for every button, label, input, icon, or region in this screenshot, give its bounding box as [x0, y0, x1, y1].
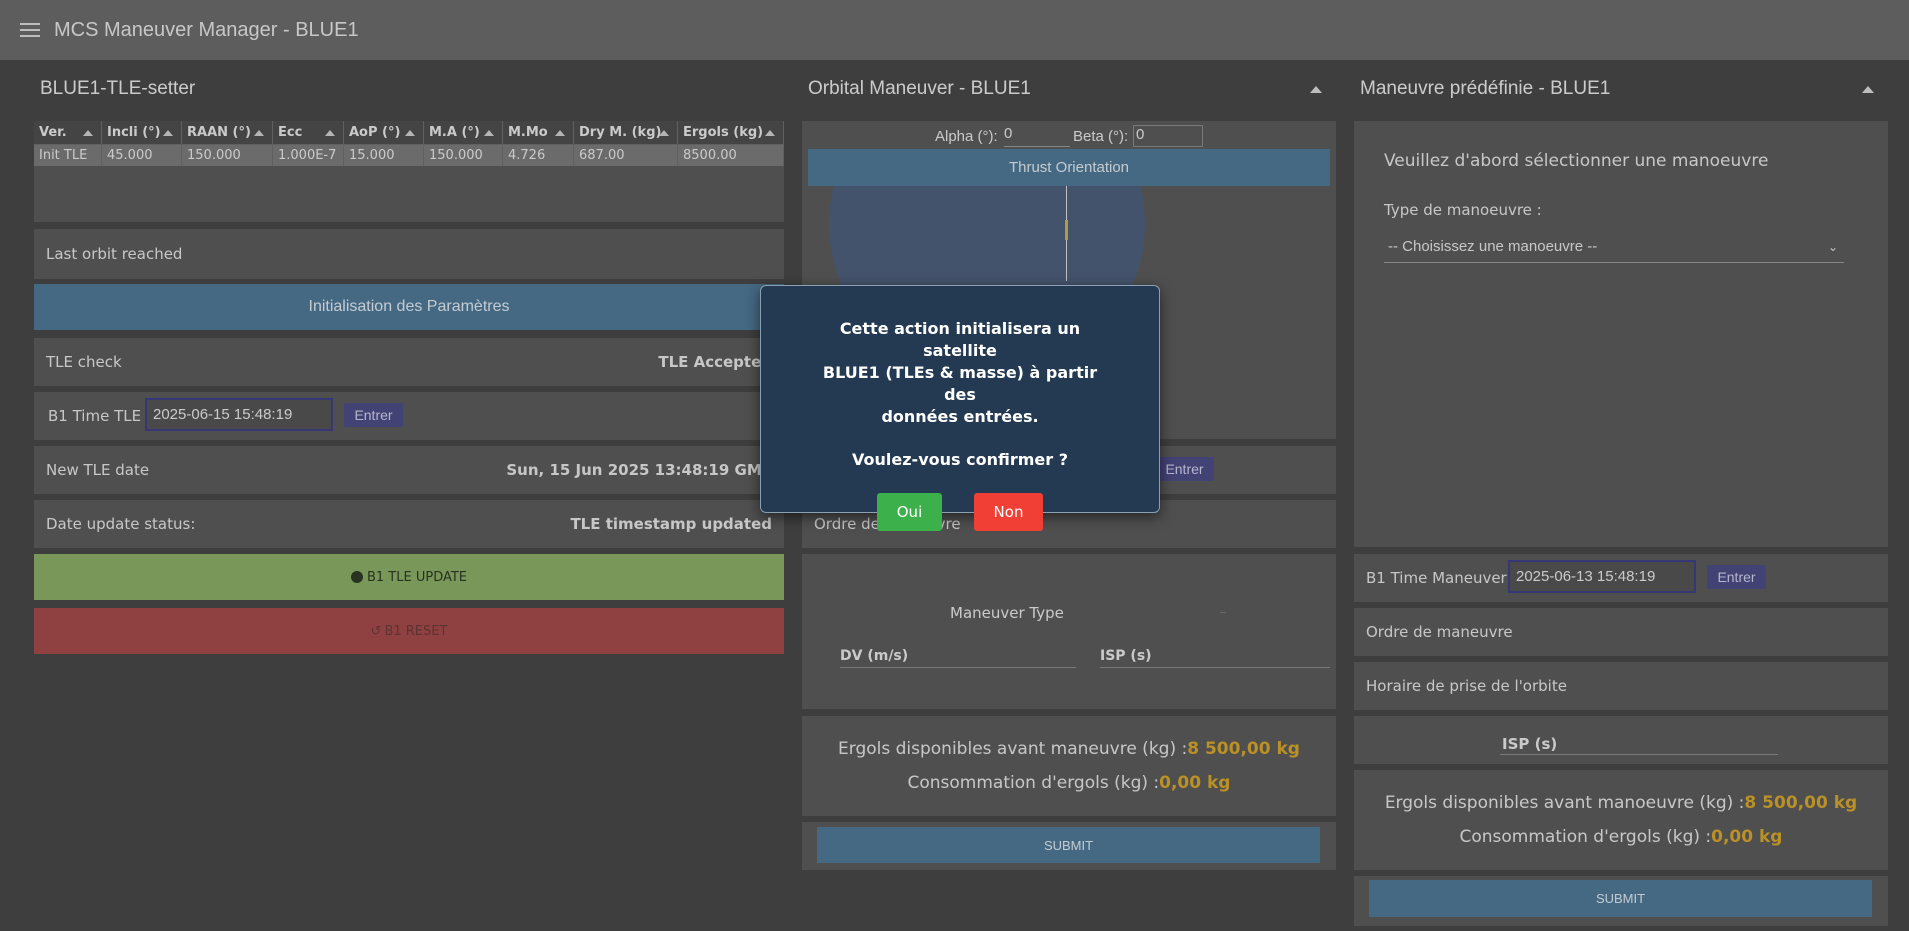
- confirm-dialog: Cette action initialisera un satellite B…: [760, 285, 1160, 531]
- confirm-line-2: BLUE1 (TLEs & masse) à partir des: [822, 363, 1098, 404]
- confirm-no-button[interactable]: Non: [974, 493, 1043, 531]
- confirm-yes-button[interactable]: Oui: [877, 493, 942, 531]
- confirm-line-3: données entrées.: [881, 407, 1039, 426]
- confirm-line-1: Cette action initialisera un satellite: [839, 319, 1081, 360]
- confirm-question: Voulez-vous confirmer ?: [852, 450, 1068, 469]
- confirm-message: Cette action initialisera un satellite B…: [761, 318, 1159, 428]
